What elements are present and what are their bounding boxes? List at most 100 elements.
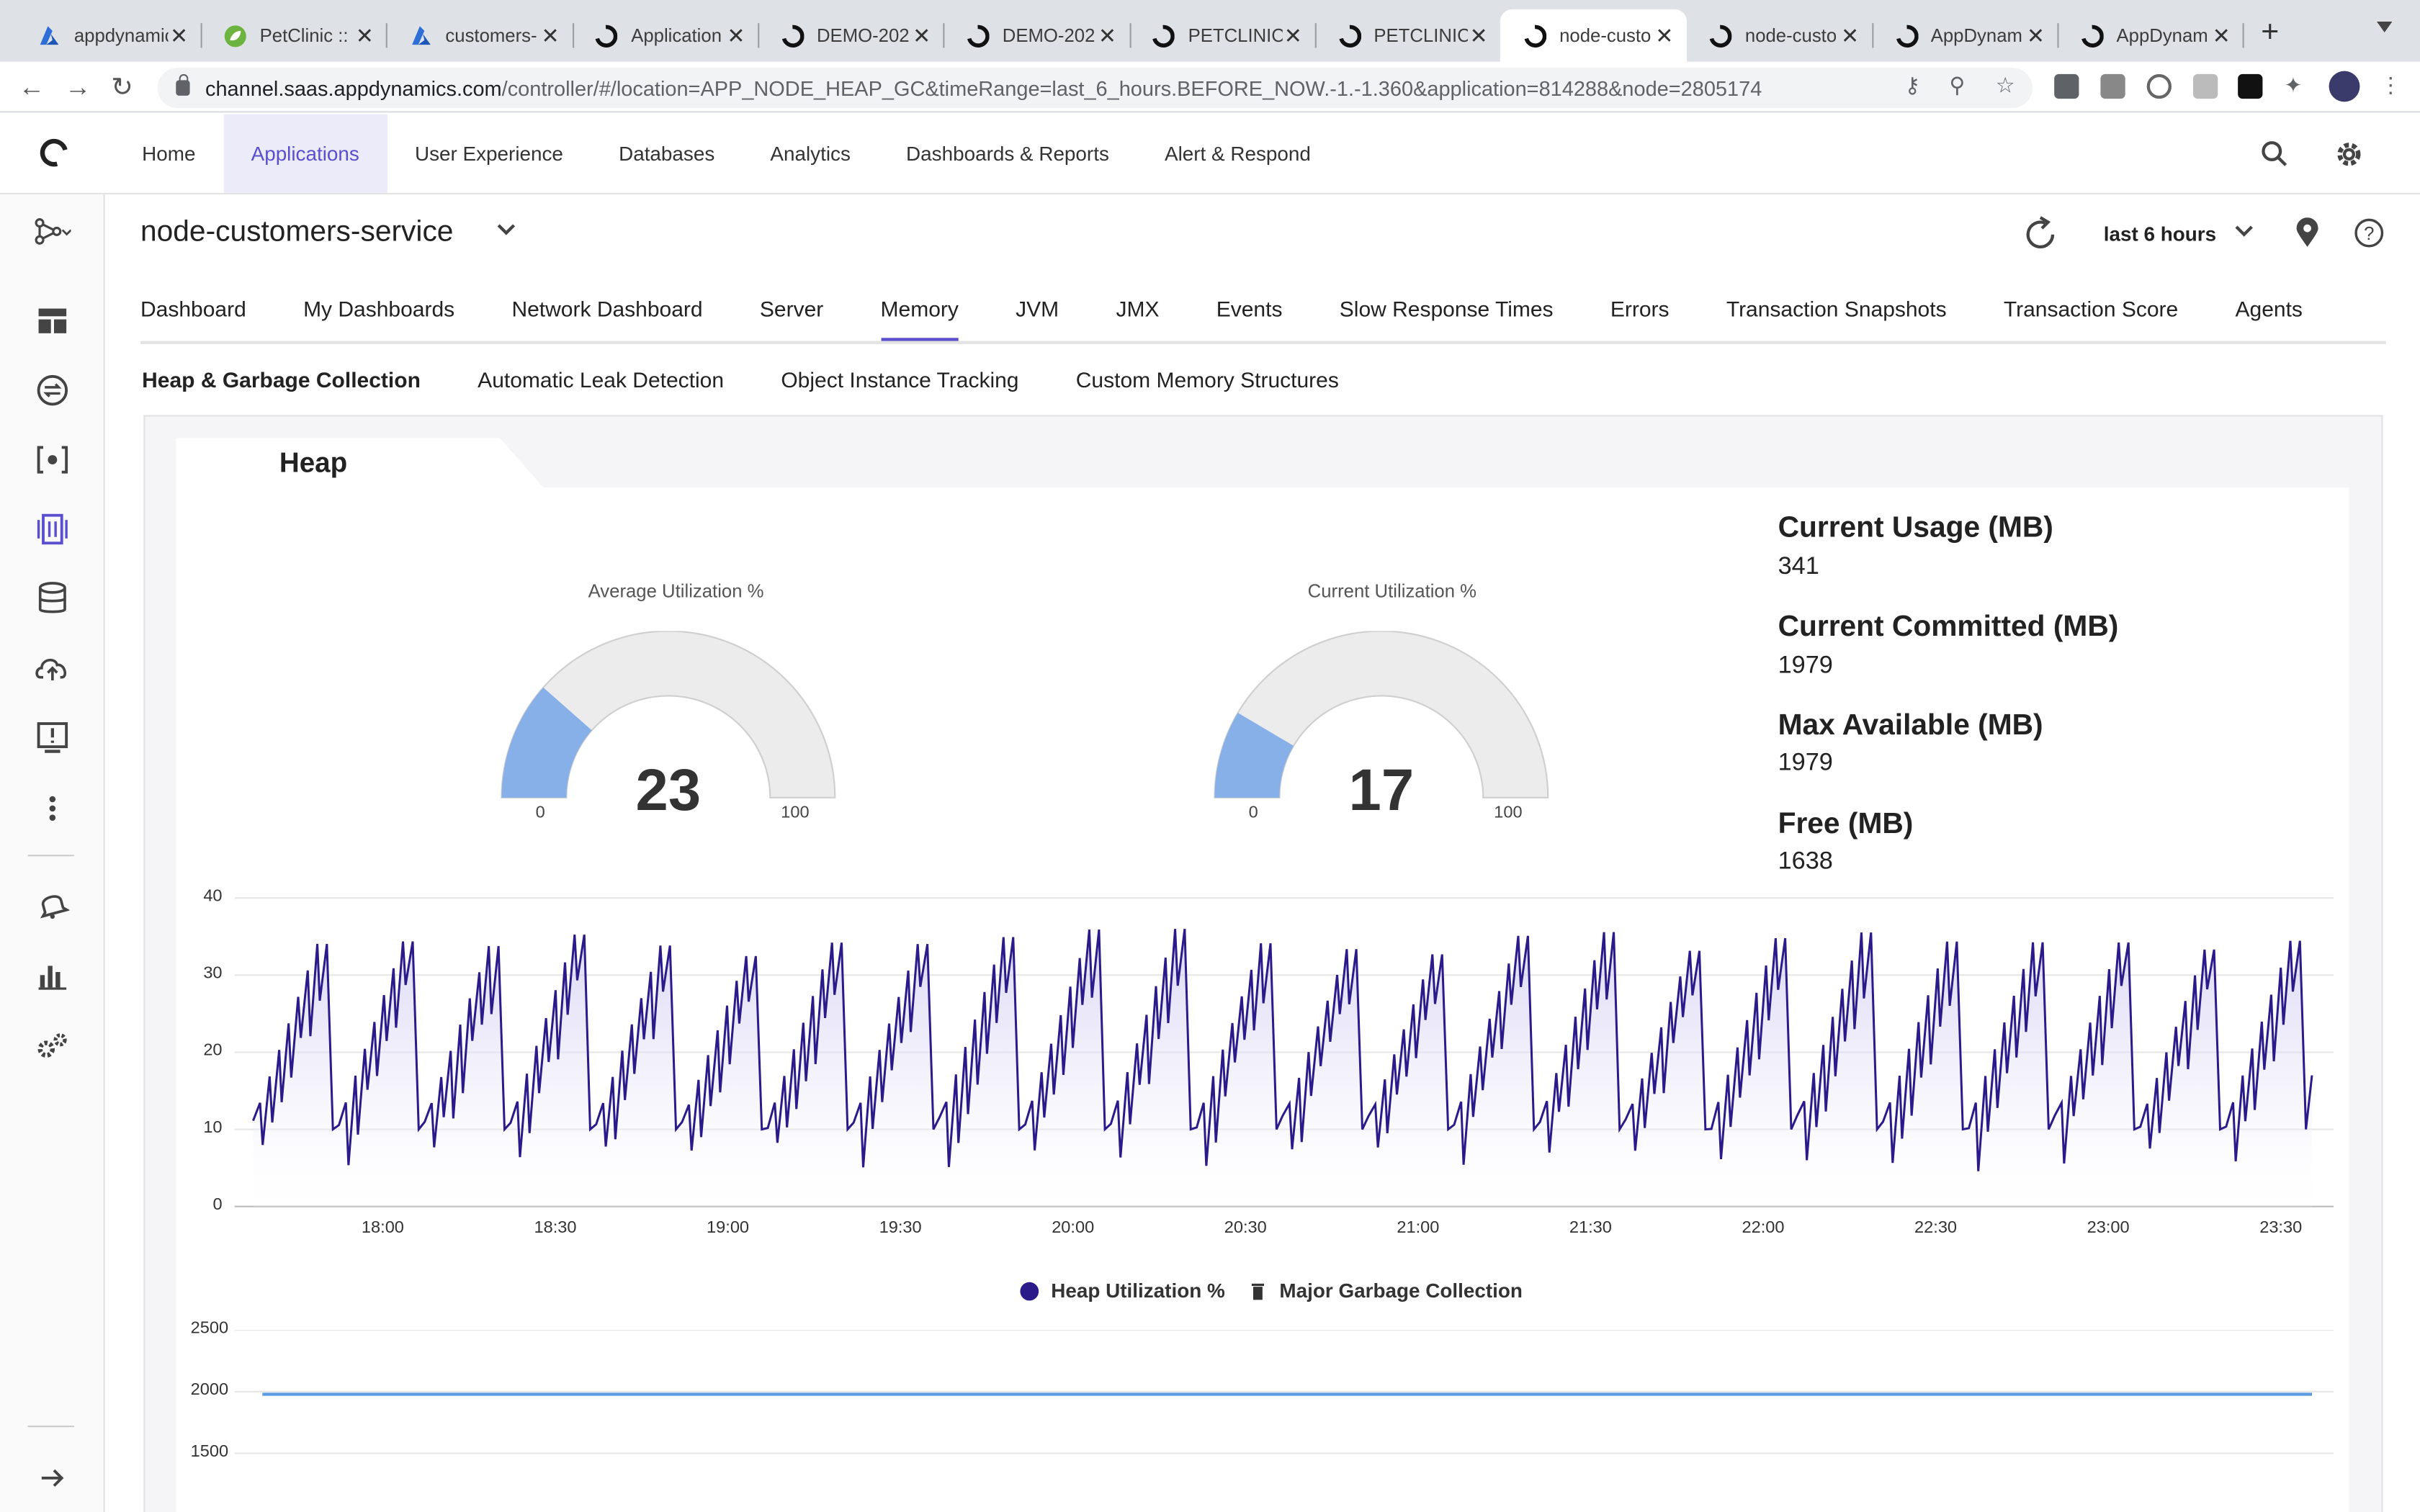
close-tab-icon[interactable]: ✕ [725, 22, 747, 48]
flowmap-icon[interactable] [34, 213, 71, 250]
troubleshoot-icon[interactable] [34, 719, 71, 756]
browser-tab[interactable]: Application ✕ [573, 9, 760, 62]
browser-tab[interactable]: DEMO-202 ✕ [758, 9, 945, 62]
browser-tab[interactable]: node-custo ✕ [1686, 9, 1873, 62]
tab-transaction-score[interactable]: Transaction Score [2004, 296, 2178, 342]
tab-transaction-snapshots[interactable]: Transaction Snapshots [1726, 296, 1947, 342]
tab-events[interactable]: Events [1216, 296, 1283, 342]
close-tab-icon[interactable]: ✕ [2025, 22, 2046, 48]
tab-memory[interactable]: Memory [880, 296, 959, 343]
expand-rail-icon[interactable] [34, 1459, 71, 1496]
tab-dashboard[interactable]: Dashboard [140, 296, 246, 342]
browser-tab[interactable]: appdynamic ✕ [15, 9, 202, 62]
browser-tab-strip: appdynamic ✕ PetClinic :: ✕ customers- ✕ Appli… [0, 0, 2420, 62]
key-icon[interactable]: ⚷ [1904, 73, 1920, 99]
profile-avatar[interactable] [2329, 71, 2360, 102]
tab-jvm[interactable]: JVM [1016, 296, 1059, 342]
topnav-item-databases[interactable]: Databases [591, 114, 743, 193]
tab-jmx[interactable]: JMX [1116, 296, 1159, 342]
tab-my-dashboards[interactable]: My Dashboards [303, 296, 454, 342]
stat-value: 1638 [1778, 848, 1833, 875]
browser-tab[interactable]: PETCLINIC ✕ [1129, 9, 1317, 62]
application-name[interactable]: node-customers-service [140, 216, 453, 250]
browser-tab[interactable]: AppDynam ✕ [2058, 9, 2245, 62]
forward-icon[interactable]: → [65, 73, 91, 104]
chevron-down-icon[interactable] [496, 222, 517, 238]
tab-network-dashboard[interactable]: Network Dashboard [511, 296, 702, 342]
browser-tab[interactable]: AppDynam ✕ [1872, 9, 2059, 62]
topnav-item-applications[interactable]: Applications [223, 114, 387, 193]
stat-label: Max Available (MB) [1778, 709, 2043, 742]
more-menu-icon[interactable]: ⋮ [2380, 73, 2401, 99]
legend-heap-utilization[interactable]: Heap Utilization % [1020, 1279, 1225, 1302]
appd-icon [1523, 23, 1547, 48]
url-field[interactable]: channel.saas.appdynamics.com/controller/… [157, 68, 2033, 108]
close-tab-icon[interactable]: ✕ [1097, 22, 1119, 48]
close-tab-icon[interactable]: ✕ [911, 22, 933, 48]
zoom-icon[interactable]: ⚲ [1949, 73, 1965, 99]
tab-server[interactable]: Server [760, 296, 823, 342]
back-icon[interactable]: ← [19, 73, 45, 104]
camera-extension-icon[interactable] [2100, 73, 2125, 99]
refresh-icon[interactable] [2020, 215, 2061, 255]
time-range-selector[interactable]: last 6 hours [2104, 222, 2216, 246]
close-tab-icon[interactable]: ✕ [1468, 22, 1489, 48]
tab-slow-response-times[interactable]: Slow Response Times [1340, 296, 1554, 342]
browser-tab[interactable]: node-custo ✕ [1500, 9, 1688, 62]
legend-major-gc[interactable]: Major Garbage Collection [1250, 1279, 1523, 1302]
subtab-custom-memory-structures[interactable]: Custom Memory Structures [1076, 367, 1339, 392]
close-tab-icon[interactable]: ✕ [2210, 22, 2232, 48]
subtab-heap-garbage-collection[interactable]: Heap & Garbage Collection [142, 367, 421, 392]
remote-services-icon[interactable] [34, 649, 71, 686]
tiers-nodes-icon[interactable] [34, 441, 71, 478]
extension-icon[interactable] [2193, 73, 2218, 99]
business-transactions-icon[interactable] [34, 372, 71, 408]
reload-icon[interactable]: ↻ [111, 73, 133, 104]
help-icon[interactable]: ? [2354, 217, 2385, 248]
servers-icon[interactable] [34, 510, 71, 547]
dashboard-icon[interactable] [34, 302, 71, 339]
tab-agents[interactable]: Agents [2236, 296, 2303, 342]
search-icon[interactable] [2259, 139, 2290, 170]
topnav-item-home[interactable]: Home [115, 114, 223, 193]
y-tick-label: 30 [203, 964, 223, 983]
tab-search-icon[interactable] [2377, 22, 2393, 32]
close-tab-icon[interactable]: ✕ [1654, 22, 1675, 48]
browser-tab-title: DEMO-202 [1002, 24, 1095, 47]
alerts-icon[interactable] [34, 886, 71, 922]
close-tab-icon[interactable]: ✕ [1282, 22, 1304, 48]
lock-icon [176, 73, 190, 96]
more-vertical-icon[interactable] [34, 790, 71, 827]
extension-icon[interactable] [2146, 73, 2172, 99]
topnav-item-alert-respond[interactable]: Alert & Respond [1137, 114, 1338, 193]
bookmark-star-icon[interactable]: ☆ [1996, 73, 2015, 99]
reports-icon[interactable] [34, 957, 71, 994]
close-tab-icon[interactable]: ✕ [1839, 22, 1861, 48]
close-tab-icon[interactable]: ✕ [169, 22, 190, 48]
configuration-icon[interactable] [34, 1027, 71, 1064]
appdynamics-logo[interactable] [35, 133, 73, 172]
close-tab-icon[interactable]: ✕ [354, 22, 375, 48]
chevron-down-icon[interactable] [2233, 224, 2255, 239]
extension-icon[interactable] [2054, 73, 2079, 99]
new-tab-button[interactable]: + [2261, 15, 2279, 50]
browser-tab-title: AppDynam [1930, 24, 2022, 47]
browser-tab[interactable]: customers- ✕ [387, 9, 574, 62]
topnav-item-dashboards-reports[interactable]: Dashboards & Reports [878, 114, 1137, 193]
topnav-item-analytics[interactable]: Analytics [743, 114, 879, 193]
browser-tab[interactable]: PetClinic :: ✕ [201, 9, 388, 62]
settings-gear-icon[interactable] [2334, 139, 2365, 170]
browser-tab[interactable]: DEMO-202 ✕ [944, 9, 1131, 62]
close-tab-icon[interactable]: ✕ [539, 22, 561, 48]
puzzle-icon[interactable]: ✦ [2284, 73, 2302, 99]
location-pin-icon[interactable] [2295, 217, 2319, 248]
subtab-automatic-leak-detection[interactable]: Automatic Leak Detection [478, 367, 724, 392]
tab-errors[interactable]: Errors [1610, 296, 1670, 342]
subtab-object-instance-tracking[interactable]: Object Instance Tracking [781, 367, 1018, 392]
y-tick-label: 40 [203, 887, 223, 906]
topnav-item-user-experience[interactable]: User Experience [387, 114, 591, 193]
databases-icon[interactable] [34, 580, 71, 617]
appd-icon [1337, 23, 1361, 48]
browser-tab[interactable]: PETCLINIC ✕ [1315, 9, 1502, 62]
extension-icon[interactable] [2238, 73, 2263, 99]
